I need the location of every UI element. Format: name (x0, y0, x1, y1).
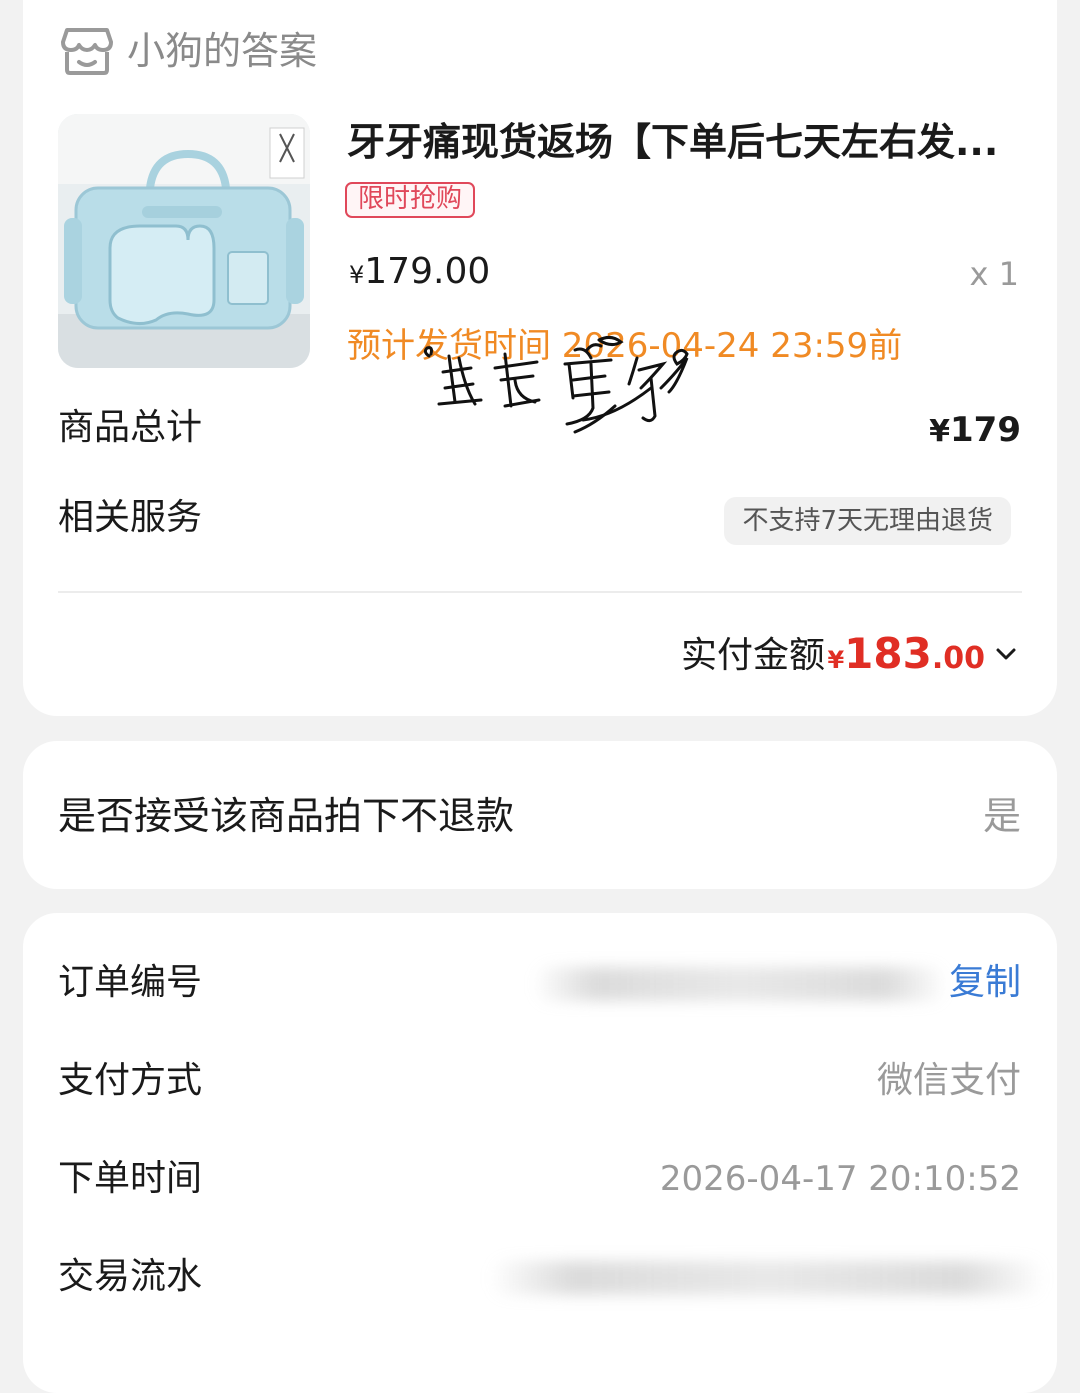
product-bag-image[interactable] (58, 114, 310, 368)
paid-decimal: .00 (931, 641, 985, 676)
quantity: x 1 (969, 255, 1019, 293)
no-return-service-tag[interactable]: 不支持7天无理由退货 (724, 497, 1011, 545)
currency-symbol: ¥ (827, 646, 845, 674)
payment-method-value: 微信支付 (876, 1060, 1021, 1101)
refund-policy-card: 是否接受该商品拍下不退款 是 (23, 741, 1057, 889)
price-value: 179.00 (364, 251, 491, 292)
copy-button[interactable]: 复制 (949, 959, 1021, 1007)
order-time-label: 下单时间 (58, 1158, 203, 1199)
shop-name[interactable]: 小狗的答案 (127, 26, 317, 76)
order-info-card: 订单编号 复制 支付方式 微信支付 下单时间 2026-04-17 20:10:… (23, 913, 1057, 1393)
currency-symbol: ¥ (349, 261, 365, 289)
order-number-label: 订单编号 (58, 962, 203, 1003)
total-amount: 179 (950, 410, 1021, 450)
paid-amount-label: 实付金额 (680, 635, 825, 676)
store-icon (61, 28, 113, 75)
handwritten-watermark (423, 335, 689, 434)
paid-amount-value[interactable]: ¥183.00 (827, 628, 985, 689)
order-number-redacted (533, 967, 947, 1001)
chevron-down-icon[interactable] (995, 646, 1017, 662)
goods-total-value: ¥179 (929, 406, 1021, 456)
currency-symbol: ¥ (929, 414, 951, 449)
paid-integer: 183 (844, 629, 932, 678)
goods-total-label: 商品总计 (58, 407, 203, 448)
transaction-id-redacted (489, 1261, 1045, 1295)
unit-price: ¥179.00 (349, 250, 490, 297)
service-label: 相关服务 (58, 497, 203, 538)
no-refund-acceptance-label: 是否接受该商品拍下不退款 (58, 794, 515, 838)
order-item-card: 小狗的答案 牙牙痛现货返场【下单后七天左右发... 限时抢购 ¥179.00 x… (23, 0, 1057, 716)
flash-sale-badge: 限时抢购 (345, 182, 476, 218)
divider (58, 591, 1022, 593)
payment-method-label: 支付方式 (58, 1060, 203, 1101)
order-time-value: 2026-04-17 20:10:52 (659, 1159, 1021, 1199)
no-refund-acceptance-value: 是 (982, 794, 1021, 838)
transaction-id-label: 交易流水 (58, 1256, 203, 1297)
product-title[interactable]: 牙牙痛现货返场【下单后七天左右发... (347, 118, 1027, 166)
